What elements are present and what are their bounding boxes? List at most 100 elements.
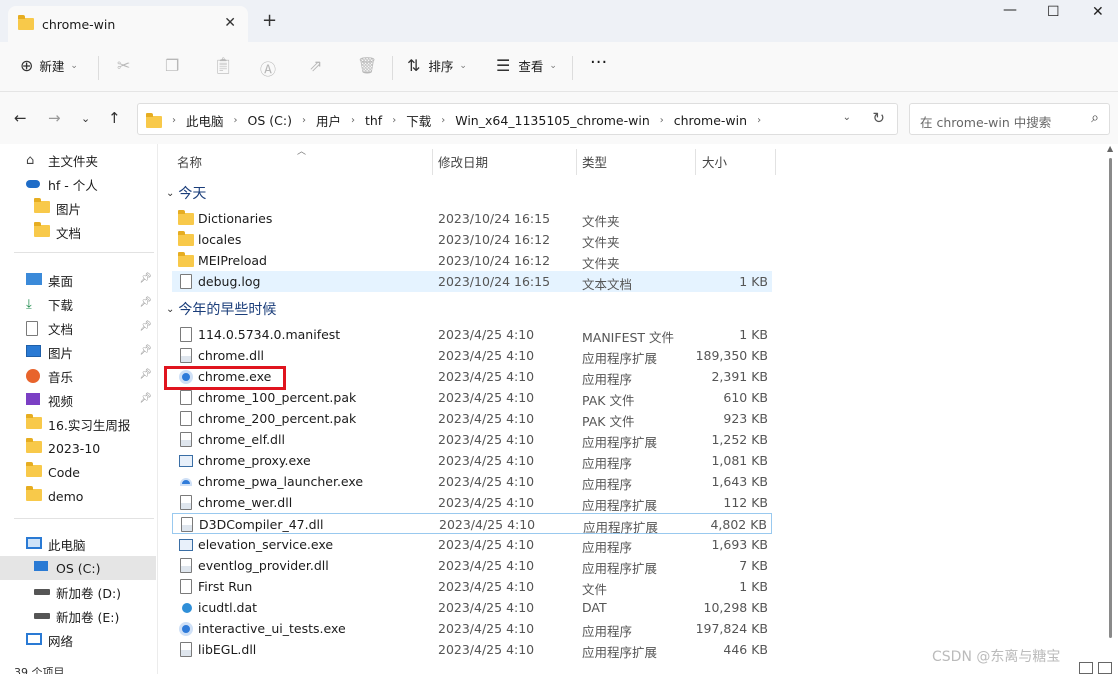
more-options-button[interactable]: ··· bbox=[590, 52, 607, 73]
breadcrumb-chrome-win[interactable]: chrome-win bbox=[674, 113, 747, 128]
nav-item-onedrive[interactable]: hf - 个人 bbox=[0, 172, 156, 196]
pin-icon[interactable]: 📌︎ bbox=[139, 345, 152, 356]
breadcrumb-separator[interactable]: › bbox=[441, 115, 445, 126]
breadcrumb-thf[interactable]: thf bbox=[365, 113, 382, 128]
nav-item-drive-d[interactable]: 新加卷 (D:) bbox=[0, 580, 156, 604]
breadcrumb-separator[interactable]: › bbox=[392, 115, 396, 126]
file-row[interactable]: debug.log 2023/10/24 16:15 文本文档 1 KB bbox=[172, 271, 772, 292]
back-button[interactable]: ← bbox=[14, 109, 27, 127]
file-row[interactable]: chrome_pwa_launcher.exe 2023/4/25 4:10 应用程… bbox=[172, 471, 772, 492]
file-row[interactable]: locales 2023/10/24 16:12 文件夹 bbox=[172, 229, 772, 250]
share-button[interactable]: ⇗ bbox=[309, 56, 322, 75]
tab-chrome-win[interactable]: chrome-win ✕ bbox=[8, 6, 248, 42]
column-separator[interactable] bbox=[695, 149, 696, 175]
file-row[interactable]: chrome_wer.dll 2023/4/25 4:10 应用程序扩展 112 KB bbox=[172, 492, 772, 513]
nav-item-network[interactable]: 网络 bbox=[0, 628, 156, 652]
file-row[interactable]: MEIPreload 2023/10/24 16:12 文件夹 bbox=[172, 250, 772, 271]
nav-item-drive-e[interactable]: 新加卷 (E:) bbox=[0, 604, 156, 628]
group-header-earlier[interactable]: ⌄ 今年的早些时候 bbox=[166, 298, 276, 320]
pane-divider[interactable] bbox=[157, 144, 158, 674]
rename-button[interactable]: Ⓐ bbox=[260, 56, 276, 80]
file-row[interactable]: elevation_service.exe 2023/4/25 4:10 应用程序 1… bbox=[172, 534, 772, 555]
file-date: 2023/4/25 4:10 bbox=[438, 537, 535, 552]
sort-button[interactable]: ⇅ 排序 ⌄ bbox=[407, 56, 467, 75]
file-row[interactable]: interactive_ui_tests.exe 2023/4/25 4:10 应用… bbox=[172, 618, 772, 639]
nav-item-os-c[interactable]: OS (C:) bbox=[0, 556, 156, 580]
nav-item-home[interactable]: ⌂ 主文件夹 bbox=[0, 148, 156, 172]
up-button[interactable]: ↑ bbox=[108, 109, 121, 127]
paste-button[interactable]: 📋︎ bbox=[213, 56, 233, 75]
file-row[interactable]: chrome_100_percent.pak 2023/4/25 4:10 PAK … bbox=[172, 387, 772, 408]
nav-item-downloads[interactable]: ⤓ 下载 📌︎ bbox=[0, 292, 156, 316]
nav-item-weekly-report[interactable]: 16.实习生周报 bbox=[0, 412, 156, 436]
search-box[interactable]: 在 chrome-win 中搜索 ⌕ bbox=[909, 103, 1110, 135]
breadcrumb-separator[interactable]: › bbox=[757, 115, 761, 126]
nav-item-documents[interactable]: 文档 📌︎ bbox=[0, 316, 156, 340]
close-window-button[interactable]: ✕ bbox=[1092, 4, 1104, 20]
file-row[interactable]: First Run 2023/4/25 4:10 文件 1 KB bbox=[172, 576, 772, 597]
recent-locations-button[interactable]: ⌄ bbox=[81, 112, 90, 125]
breadcrumb-os-c[interactable]: OS (C:) bbox=[248, 113, 292, 128]
breadcrumb-separator[interactable]: › bbox=[351, 115, 355, 126]
pin-icon[interactable]: 📌︎ bbox=[139, 321, 152, 332]
file-row[interactable]: eventlog_provider.dll 2023/4/25 4:10 应用程序扩… bbox=[172, 555, 772, 576]
copy-button[interactable]: ❐ bbox=[165, 56, 179, 75]
file-row[interactable]: Dictionaries 2023/10/24 16:15 文件夹 bbox=[172, 208, 772, 229]
nav-item-code[interactable]: Code bbox=[0, 460, 156, 484]
exe-icon bbox=[179, 454, 193, 467]
column-header-type[interactable]: 类型 bbox=[582, 148, 607, 174]
file-row[interactable]: chrome_200_percent.pak 2023/4/25 4:10 PAK … bbox=[172, 408, 772, 429]
file-row[interactable]: chrome_elf.dll 2023/4/25 4:10 应用程序扩展 1,252 … bbox=[172, 429, 772, 450]
refresh-icon[interactable]: ↻ bbox=[872, 109, 885, 127]
group-header-today[interactable]: ⌄ 今天 bbox=[166, 182, 206, 204]
delete-button[interactable]: 🗑︎ bbox=[357, 56, 377, 75]
file-row[interactable]: libEGL.dll 2023/4/25 4:10 应用程序扩展 446 KB bbox=[172, 639, 772, 660]
nav-item-demo[interactable]: demo bbox=[0, 484, 156, 508]
file-row[interactable]: chrome_proxy.exe 2023/4/25 4:10 应用程序 1,081 … bbox=[172, 450, 772, 471]
pin-icon[interactable]: 📌︎ bbox=[139, 369, 152, 380]
nav-item-2023-10[interactable]: 2023-10 bbox=[0, 436, 156, 460]
column-header-date[interactable]: 修改日期 bbox=[438, 148, 488, 174]
pin-icon[interactable]: 📌︎ bbox=[139, 297, 152, 308]
new-button[interactable]: ⊕ 新建 ⌄ bbox=[20, 56, 78, 75]
breadcrumb-win-x64[interactable]: Win_x64_1135105_chrome-win bbox=[455, 113, 650, 128]
address-bar[interactable]: › 此电脑 › OS (C:) › 用户 › thf › 下载 › Win_x6… bbox=[137, 103, 898, 135]
column-separator[interactable] bbox=[432, 149, 433, 175]
breadcrumb-separator[interactable]: › bbox=[234, 115, 238, 126]
forward-button[interactable]: → bbox=[48, 109, 61, 127]
breadcrumb-downloads[interactable]: 下载 bbox=[406, 111, 431, 130]
breadcrumb-separator[interactable]: › bbox=[660, 115, 664, 126]
tab-close-icon[interactable]: ✕ bbox=[224, 15, 236, 31]
file-row[interactable]: 114.0.5734.0.manifest 2023/4/25 4:10 MANIF… bbox=[172, 324, 772, 345]
breadcrumb-this-pc[interactable]: 此电脑 bbox=[186, 111, 224, 130]
new-tab-button[interactable]: + bbox=[262, 10, 277, 31]
column-separator[interactable] bbox=[775, 149, 776, 175]
nav-item-this-pc[interactable]: 此电脑 bbox=[0, 532, 156, 556]
address-history-dropdown[interactable]: ⌄ bbox=[843, 112, 851, 123]
column-header-name[interactable]: 名称 bbox=[177, 148, 202, 174]
details-view-icon[interactable] bbox=[1079, 662, 1093, 674]
breadcrumb-users[interactable]: 用户 bbox=[316, 111, 341, 130]
file-row[interactable]: D3DCompiler_47.dll 2023/4/25 4:10 应用程序扩展 4,… bbox=[172, 513, 772, 535]
pin-icon[interactable]: 📌︎ bbox=[139, 273, 152, 284]
breadcrumb-separator[interactable]: › bbox=[302, 115, 306, 126]
nav-item-music[interactable]: 音乐 📌︎ bbox=[0, 364, 156, 388]
nav-item-pictures[interactable]: 图片 📌︎ bbox=[0, 340, 156, 364]
pin-icon[interactable]: 📌︎ bbox=[139, 393, 152, 404]
vertical-scrollbar[interactable]: ▲ bbox=[1107, 144, 1114, 646]
view-button[interactable]: ☰ 查看 ⌄ bbox=[496, 56, 557, 75]
scrollbar-thumb[interactable] bbox=[1109, 158, 1112, 638]
column-separator[interactable] bbox=[576, 149, 577, 175]
nav-item-videos[interactable]: 视频 📌︎ bbox=[0, 388, 156, 412]
maximize-button[interactable]: ☐ bbox=[1047, 4, 1060, 20]
nav-item-pictures-cloud[interactable]: 图片 bbox=[0, 196, 156, 220]
scroll-up-icon[interactable]: ▲ bbox=[1107, 144, 1113, 153]
nav-item-documents-cloud[interactable]: 文档 bbox=[0, 220, 156, 244]
column-header-size[interactable]: 大小 bbox=[702, 148, 727, 174]
file-row[interactable]: icudtl.dat 2023/4/25 4:10 DAT 10,298 KB bbox=[172, 597, 772, 618]
nav-item-desktop[interactable]: 桌面 📌︎ bbox=[0, 268, 156, 292]
tiles-view-icon[interactable] bbox=[1098, 662, 1112, 674]
minimize-button[interactable]: — bbox=[1003, 2, 1017, 18]
cut-button[interactable]: ✂ bbox=[117, 56, 130, 75]
file-row[interactable]: chrome.dll 2023/4/25 4:10 应用程序扩展 189,350 KB bbox=[172, 345, 772, 366]
